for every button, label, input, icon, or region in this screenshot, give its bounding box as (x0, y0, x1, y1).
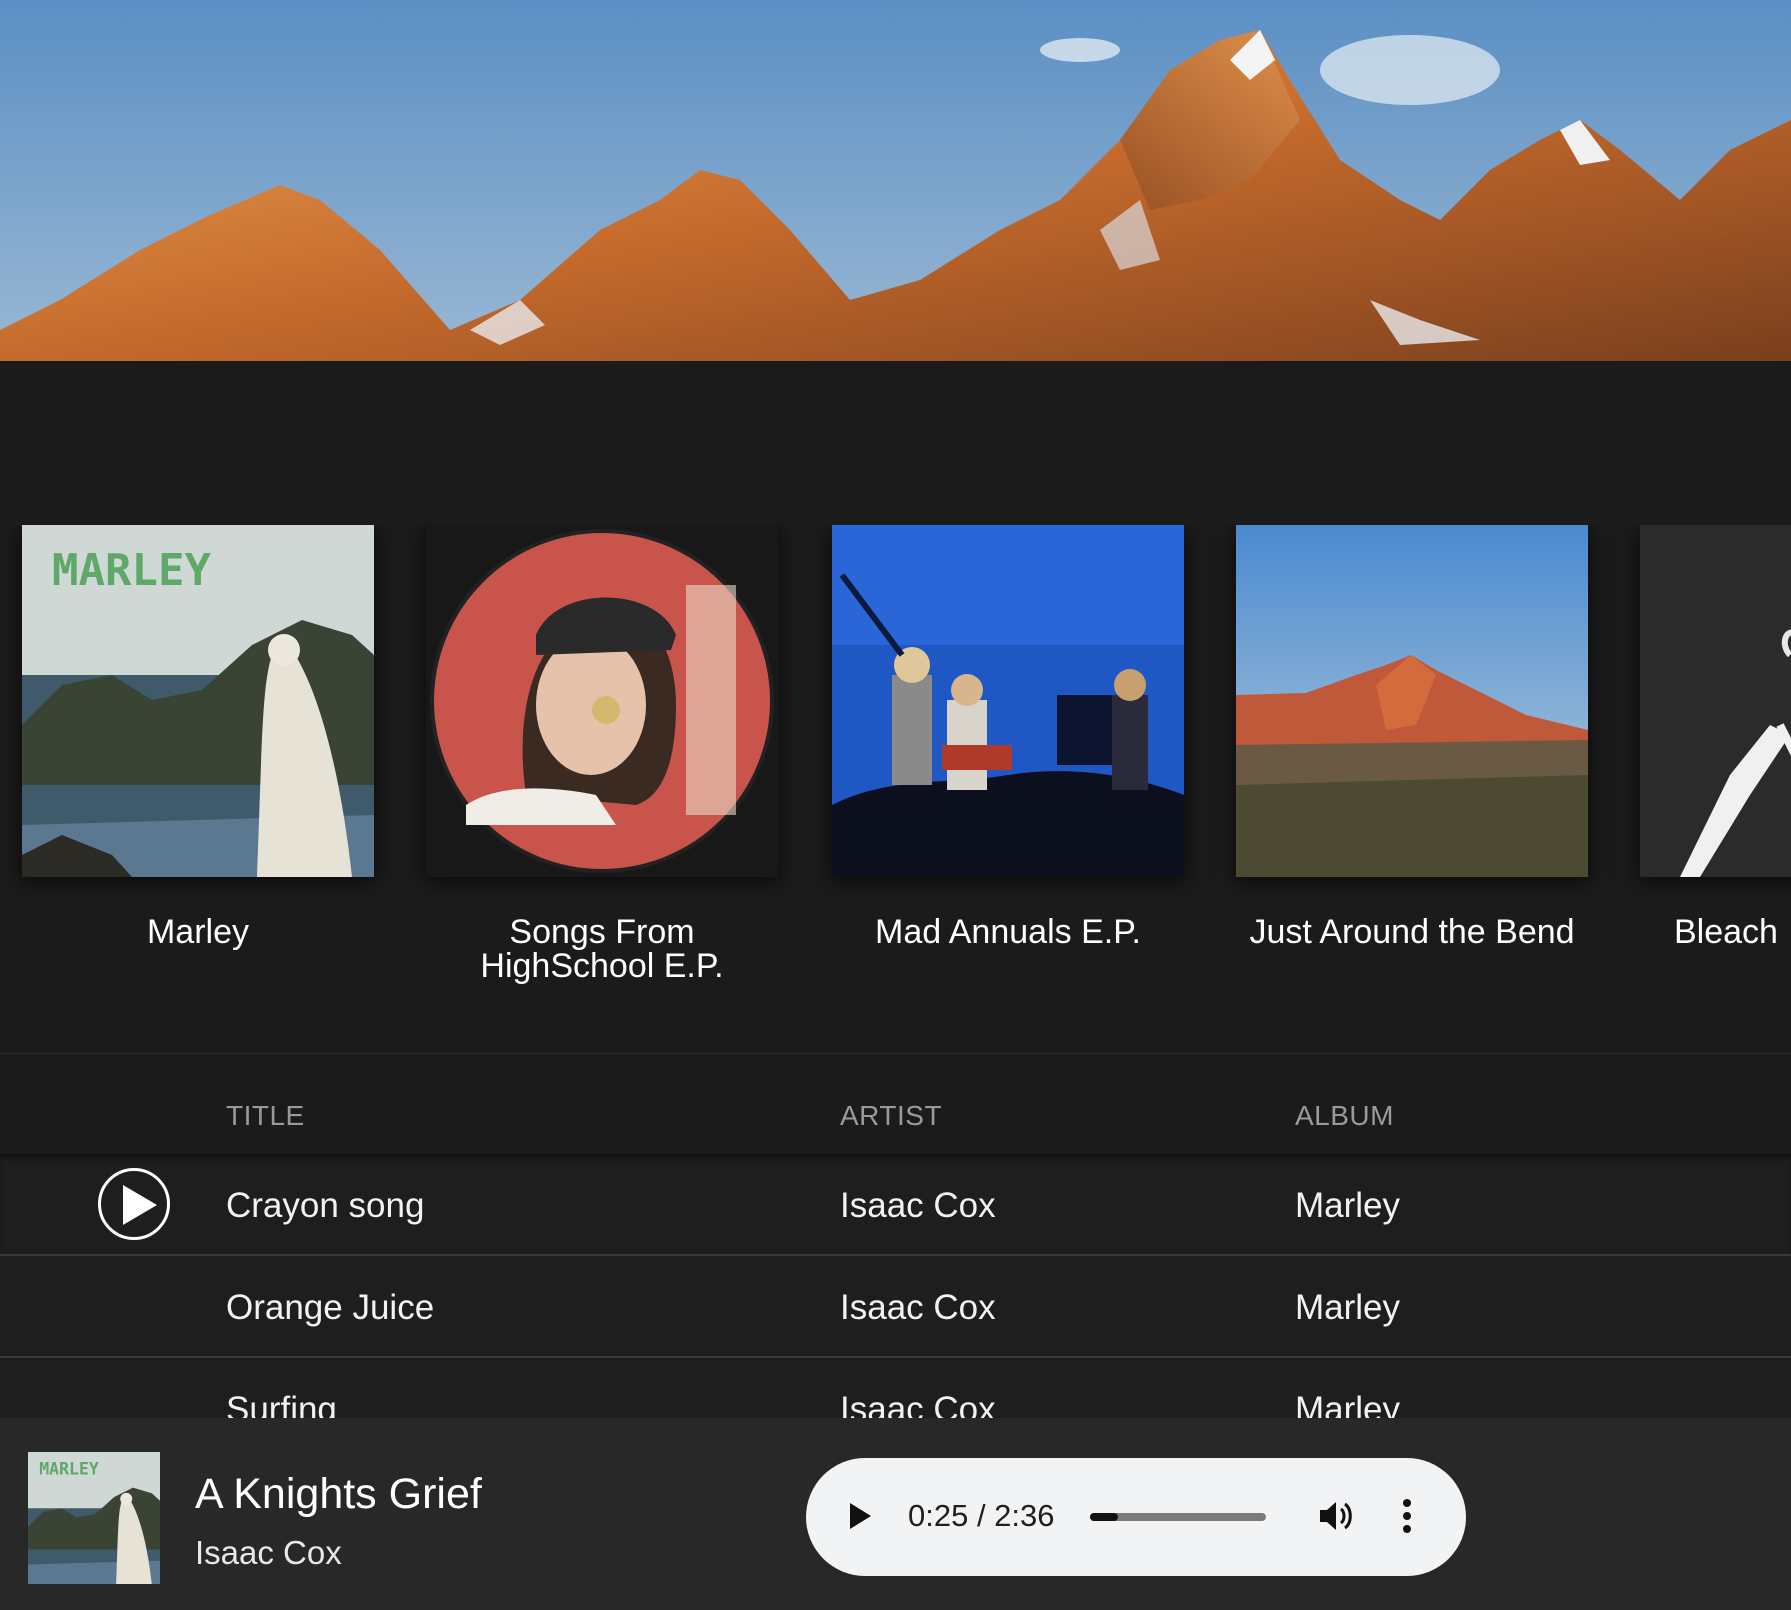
seek-bar[interactable] (1090, 1513, 1266, 1521)
volume-icon (1320, 1502, 1352, 1530)
track-title: Crayon song (226, 1186, 425, 1225)
album-title: Songs From HighSchool E.P. (480, 913, 724, 985)
album-title: Just Around the Bend (1249, 913, 1575, 951)
seek-bar-progress (1090, 1513, 1119, 1521)
album-card-just-around-the-bend[interactable]: Just Around the Bend (1236, 525, 1588, 949)
album-card-mad-annuals[interactable]: Mad Annuals E.P. (832, 525, 1184, 949)
play-icon (850, 1503, 871, 1529)
more-options-icon (1403, 1499, 1411, 1533)
svg-text:MARLEY: MARLEY (39, 1460, 99, 1479)
track-album: Marley (1295, 1288, 1401, 1327)
now-playing-bar: MARLEY A Knights Grief Isaac Cox 0:25 / … (0, 1418, 1791, 1610)
table-header: TITLE ARTIST ALBUM (0, 1070, 1791, 1154)
album-title: Mad Annuals E.P. (875, 913, 1141, 951)
album-cover-just-around-the-bend (1236, 525, 1588, 877)
playback-time: 0:25 / 2:36 (908, 1498, 1055, 1533)
album-title: Marley (146, 913, 250, 951)
album-cover-marley: MARLEY (22, 525, 374, 877)
track-album: Marley (1295, 1186, 1401, 1225)
mountain-landscape-image (0, 0, 1791, 361)
table-row[interactable]: Crayon song Isaac Cox Marley (0, 1154, 1791, 1254)
now-playing-artist: Isaac Cox (195, 1534, 342, 1571)
more-options-button[interactable] (1402, 1498, 1412, 1539)
album-title: Bleach (1674, 913, 1778, 951)
play-button[interactable] (848, 1502, 872, 1535)
track-artist: Isaac Cox (840, 1186, 996, 1225)
column-header-album[interactable]: ALBUM (1295, 1100, 1394, 1132)
volume-button[interactable] (1318, 1498, 1356, 1539)
album-cover-songs-from-highschool (426, 525, 778, 877)
album-card-bleach[interactable]: Bleach (1640, 525, 1791, 949)
table-row[interactable]: Orange Juice Isaac Cox Marley (0, 1254, 1791, 1356)
track-title: Orange Juice (226, 1288, 435, 1327)
hero-banner (0, 0, 1791, 361)
album-carousel: MARLEY Marley Songs From HighSchool E.P. (0, 525, 1791, 1045)
play-icon (123, 1185, 157, 1225)
album-card-marley[interactable]: MARLEY Marley (22, 525, 374, 949)
album-card-songs-from-highschool[interactable]: Songs From HighSchool E.P. (426, 525, 778, 983)
album-cover-bleach (1640, 525, 1791, 877)
track-table: TITLE ARTIST ALBUM Crayon song Isaac Cox… (0, 1070, 1791, 1458)
now-playing-artwork: MARLEY (28, 1452, 160, 1584)
album-cover-mad-annuals (832, 525, 1184, 877)
track-artist: Isaac Cox (840, 1288, 996, 1327)
section-divider (0, 1053, 1791, 1054)
now-playing-title: A Knights Grief (195, 1470, 482, 1518)
column-header-title[interactable]: TITLE (226, 1100, 305, 1132)
svg-text:MARLEY: MARLEY (52, 545, 211, 596)
play-track-button[interactable] (98, 1168, 170, 1240)
column-header-artist[interactable]: ARTIST (840, 1100, 942, 1132)
audio-player: 0:25 / 2:36 (806, 1458, 1466, 1576)
